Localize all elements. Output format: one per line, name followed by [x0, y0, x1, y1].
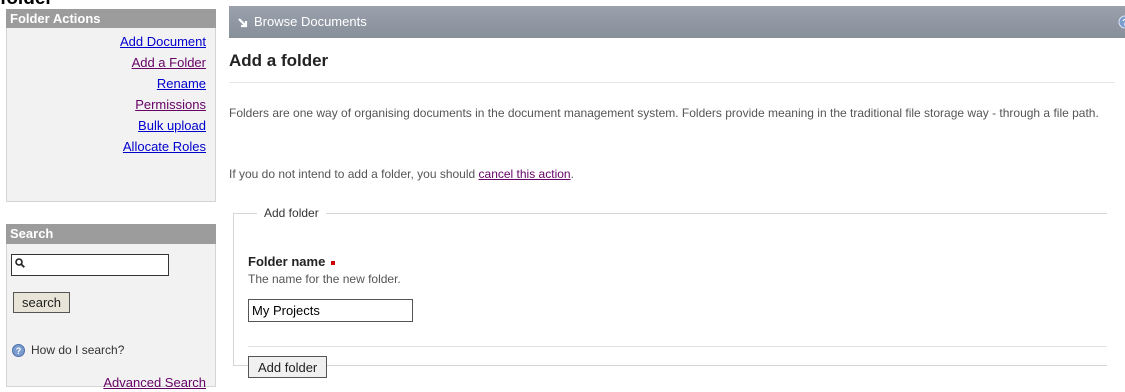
add-a-folder-link[interactable]: Add a Folder [132, 55, 206, 70]
add-folder-button[interactable]: Add folder [248, 356, 328, 378]
search-panel: Search search ? How do I search? Advance… [6, 224, 216, 390]
divider [248, 346, 1107, 347]
svg-text:?: ? [16, 346, 22, 356]
folder-actions-body: Add Document Add a Folder Rename Permiss… [6, 28, 216, 202]
search-box[interactable] [11, 254, 169, 276]
folder-name-input[interactable] [248, 299, 413, 322]
allocate-roles-link[interactable]: Allocate Roles [123, 139, 206, 154]
add-folder-fieldset: Add folder Folder name The name for the … [233, 206, 1107, 378]
search-input[interactable] [29, 257, 165, 273]
advanced-search-link[interactable]: Advanced Search [103, 375, 206, 390]
arrow-icon [238, 17, 248, 27]
search-panel-body: search ? How do I search? Advanced Searc… [6, 244, 216, 390]
add-document-link[interactable]: Add Document [120, 34, 206, 49]
folder-name-label-text: Folder name [248, 254, 326, 269]
permissions-link[interactable]: Permissions [135, 97, 206, 112]
folder-actions-title: Folder Actions [6, 9, 216, 28]
required-marker [331, 260, 336, 265]
browse-documents-label: Browse Documents [254, 14, 367, 29]
folder-name-label: Folder name [248, 254, 336, 269]
rename-link[interactable]: Rename [157, 76, 206, 91]
main-content: Add a folder Folders are one way of orga… [229, 44, 1115, 378]
cancel-action-link[interactable]: cancel this action [479, 167, 571, 181]
fieldset-legend: Add folder [264, 206, 319, 220]
folder-name-help: The name for the new folder. [248, 272, 401, 286]
cancel-suffix: . [570, 167, 574, 181]
folder-actions-panel: Folder Actions Add Document Add a Folder… [6, 9, 216, 202]
page-title: Add a folder [229, 44, 1115, 83]
search-button[interactable]: search [13, 292, 71, 313]
how-do-i-search-label: How do I search? [31, 343, 125, 357]
browse-documents-bar[interactable]: Browse Documents ? [229, 6, 1125, 38]
bulk-upload-link[interactable]: Bulk upload [138, 118, 206, 133]
magnifier-icon [15, 258, 25, 268]
search-panel-title: Search [6, 224, 216, 244]
intro-text: Folders are one way of organising docume… [229, 106, 1099, 120]
help-icon: ? [12, 344, 25, 358]
cancel-prefix: If you do not intend to add a folder, yo… [229, 167, 476, 181]
how-do-i-search[interactable]: ? How do I search? [12, 342, 124, 358]
help-icon[interactable]: ? [1118, 15, 1125, 29]
page-header-fragment: folder [0, 0, 53, 9]
cancel-line: If you do not intend to add a folder, yo… [229, 164, 574, 184]
